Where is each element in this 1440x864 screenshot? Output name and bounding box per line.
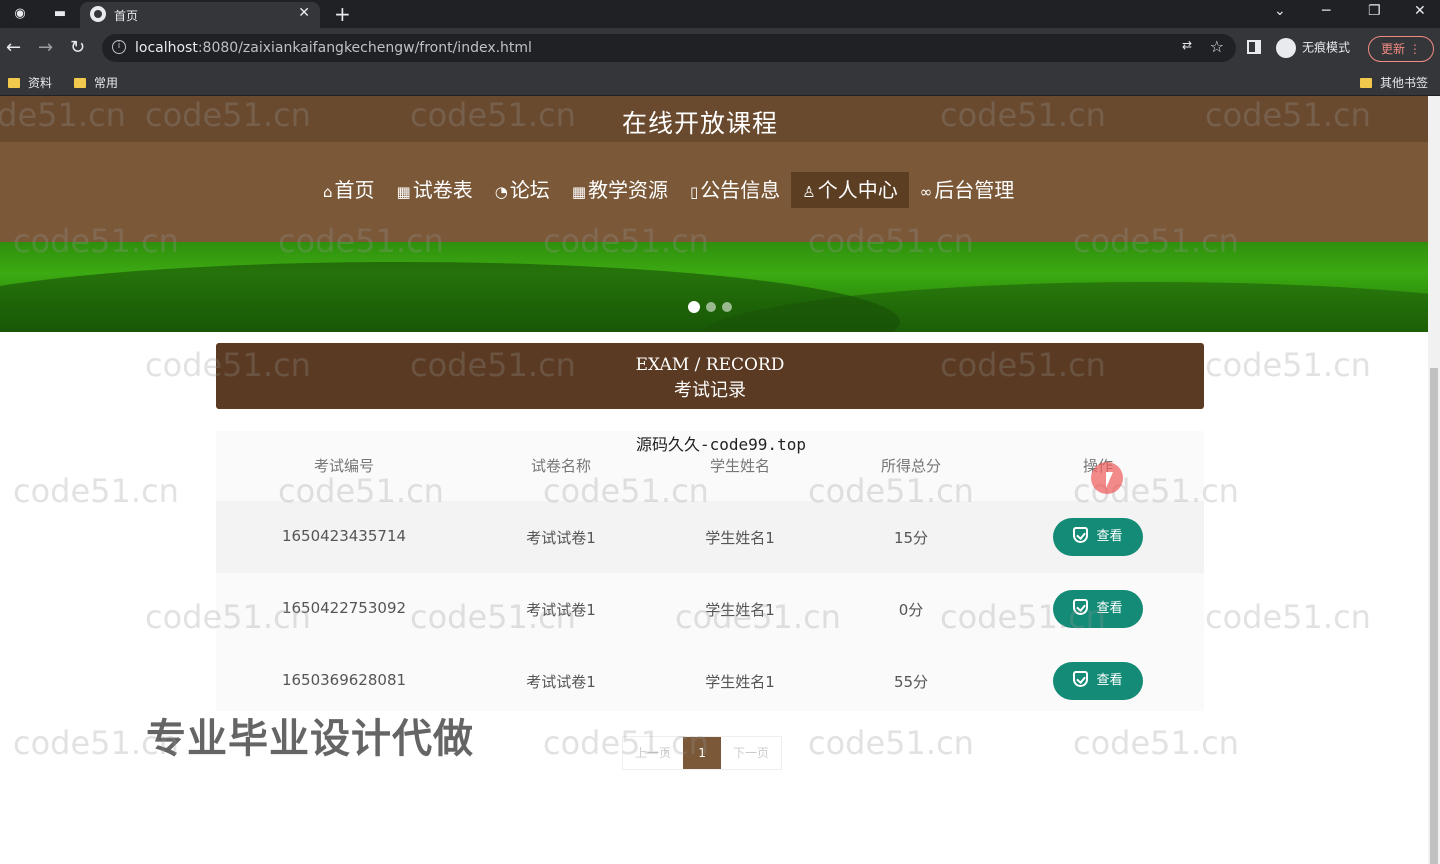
reload-icon[interactable]: ↻ xyxy=(70,38,85,58)
side-panel-icon[interactable] xyxy=(1247,40,1261,54)
tab-favicon-icon xyxy=(90,6,106,22)
nav-personal-center[interactable]: ♙ 个人中心 xyxy=(791,172,909,208)
address-url[interactable]: localhost:8080/zaixiankaifangkechengw/fr… xyxy=(135,40,532,56)
translate-icon[interactable]: ⇄ xyxy=(1182,38,1192,52)
page-scrollbar[interactable] xyxy=(1428,96,1440,864)
site-brand: 在线开放课程 xyxy=(621,109,778,138)
address-bar[interactable]: i localhost:8080/zaixiankaifangkechengw/… xyxy=(102,34,1236,62)
table-row: 1650423435714 考试试卷1 学生姓名1 15分 查看 xyxy=(216,501,1204,573)
user-icon: ♙ xyxy=(802,183,816,201)
update-button[interactable]: 更新 ⋮ xyxy=(1368,36,1434,62)
section-title-zh: 考试记录 xyxy=(674,380,746,401)
bookmark-folder[interactable]: 常用 xyxy=(74,74,118,91)
source-watermark: 源码久久-code99.top xyxy=(636,435,806,454)
apps-icon: ▦ xyxy=(571,183,586,201)
watermark-text: code51.cn xyxy=(1205,346,1371,384)
globe-icon[interactable]: ◉ xyxy=(12,6,28,22)
folder-icon xyxy=(8,78,20,88)
prev-page-button[interactable]: 上一页 xyxy=(623,737,683,769)
carousel-dot[interactable] xyxy=(722,302,732,312)
shield-check-icon xyxy=(1073,599,1089,615)
site-header: 在线开放课程 ⌂ 首页 ▦ 试卷表 ◔ 论坛 ▦ 教学资源 ▯ 公告信息 ♙ 个人中心 ∞ 后… xyxy=(0,96,1428,242)
bookmark-folder[interactable]: 资料 xyxy=(8,74,52,91)
carousel-dot[interactable] xyxy=(706,302,716,312)
column-header: 考试编号 xyxy=(313,457,375,475)
hero-banner xyxy=(0,242,1428,332)
nav-teaching-resources[interactable]: ▦ 教学资源 xyxy=(561,172,679,208)
shield-check-icon xyxy=(1073,527,1089,543)
nav-forum[interactable]: ◔ 论坛 xyxy=(484,172,561,208)
back-icon[interactable]: ← xyxy=(6,38,21,58)
main-nav: ⌂ 首页 ▦ 试卷表 ◔ 论坛 ▦ 教学资源 ▯ 公告信息 ♙ 个人中心 ∞ 后台管理 xyxy=(312,172,1025,208)
bookmarks-bar: 资料 常用 其他书签 xyxy=(0,68,1440,96)
student-name: 学生姓名1 xyxy=(705,601,775,619)
incognito-profile[interactable]: 无痕模式 xyxy=(1276,38,1350,58)
total-score: 15分 xyxy=(893,529,929,547)
site-info-icon[interactable]: i xyxy=(112,40,126,54)
pagination: 上一页 1 下一页 xyxy=(622,736,783,770)
tab-close-icon[interactable]: ✕ xyxy=(298,5,310,21)
nav-admin[interactable]: ∞ 后台管理 xyxy=(909,172,1026,208)
promo-overlay: 专业毕业设计代做 xyxy=(146,716,474,762)
view-button[interactable]: 查看 xyxy=(1053,518,1143,556)
grid-icon: ▦ xyxy=(396,183,411,201)
paper-name: 考试试卷1 xyxy=(526,529,596,547)
exam-id: 1650369628081 xyxy=(281,671,407,689)
exam-id: 1650422753092 xyxy=(281,599,407,617)
page-content: 在线开放课程 ⌂ 首页 ▦ 试卷表 ◔ 论坛 ▦ 教学资源 ▯ 公告信息 ♙ 个人中心 ∞ 后… xyxy=(0,96,1428,864)
section-header: EXAM / RECORD 考试记录 xyxy=(216,343,1204,409)
nav-home[interactable]: ⌂ 首页 xyxy=(312,172,386,208)
tab-title: 首页 xyxy=(114,9,139,23)
browser-tab-bar: ◉ ▬ 首页 ✕ + ⌄ ─ ❐ ✕ xyxy=(0,0,1440,28)
new-tab-icon[interactable]: + xyxy=(334,2,351,26)
page-number-button[interactable]: 1 xyxy=(683,737,722,769)
bookmark-star-icon[interactable]: ☆ xyxy=(1210,37,1224,56)
watermark-text: code51.cn xyxy=(1205,598,1371,636)
watermark-text: code51.cn xyxy=(13,472,179,510)
tab-list-icon[interactable]: ⌄ xyxy=(1274,3,1286,19)
restore-icon[interactable]: ❐ xyxy=(1368,3,1381,19)
table-row: 1650422753092 考试试卷1 学生姓名1 0分 查看 xyxy=(216,573,1204,645)
link-icon: ∞ xyxy=(919,183,933,201)
gauge-icon: ◔ xyxy=(494,183,508,201)
browser-tab[interactable]: 首页 ✕ xyxy=(80,2,320,28)
nav-exam-papers[interactable]: ▦ 试卷表 xyxy=(386,172,484,208)
paper-name: 考试试卷1 xyxy=(526,673,596,691)
doc-icon: ▯ xyxy=(690,183,699,201)
total-score: 0分 xyxy=(898,601,924,619)
carousel-dot[interactable] xyxy=(688,301,700,313)
column-header: 学生姓名 xyxy=(709,457,771,475)
nav-announcements[interactable]: ▯ 公告信息 xyxy=(679,172,791,208)
student-name: 学生姓名1 xyxy=(705,673,775,691)
section-title-en: EXAM / RECORD xyxy=(635,355,785,375)
mouse-cursor-icon xyxy=(1106,472,1113,488)
folder-icon xyxy=(1360,78,1372,88)
next-page-button[interactable]: 下一页 xyxy=(721,737,781,769)
column-header: 试卷名称 xyxy=(530,457,592,475)
view-button[interactable]: 查看 xyxy=(1053,662,1143,700)
total-score: 55分 xyxy=(893,673,929,691)
minimize-icon[interactable]: ─ xyxy=(1322,3,1330,19)
paper-name: 考试试卷1 xyxy=(526,601,596,619)
column-header: 所得总分 xyxy=(880,457,942,475)
table-header: 考试编号 试卷名称 学生姓名 所得总分 操作 xyxy=(216,451,1204,479)
home-icon: ⌂ xyxy=(323,183,333,201)
tab-search-icon[interactable]: ▬ xyxy=(52,6,68,22)
shield-check-icon xyxy=(1073,671,1089,687)
forward-icon[interactable]: → xyxy=(38,38,53,58)
folder-icon xyxy=(74,78,86,88)
other-bookmarks[interactable]: 其他书签 xyxy=(1360,74,1428,91)
watermark-text: code51.cn xyxy=(808,724,974,762)
scrollbar-thumb[interactable] xyxy=(1430,368,1438,864)
exam-id: 1650423435714 xyxy=(281,527,407,545)
view-button[interactable]: 查看 xyxy=(1053,590,1143,628)
exam-record-table: 考试编号 试卷名称 学生姓名 所得总分 操作 1650423435714 考试试… xyxy=(216,431,1204,711)
window-close-icon[interactable]: ✕ xyxy=(1414,3,1426,19)
student-name: 学生姓名1 xyxy=(705,529,775,547)
watermark-text: code51.cn xyxy=(1073,724,1239,762)
incognito-icon xyxy=(1276,38,1296,58)
